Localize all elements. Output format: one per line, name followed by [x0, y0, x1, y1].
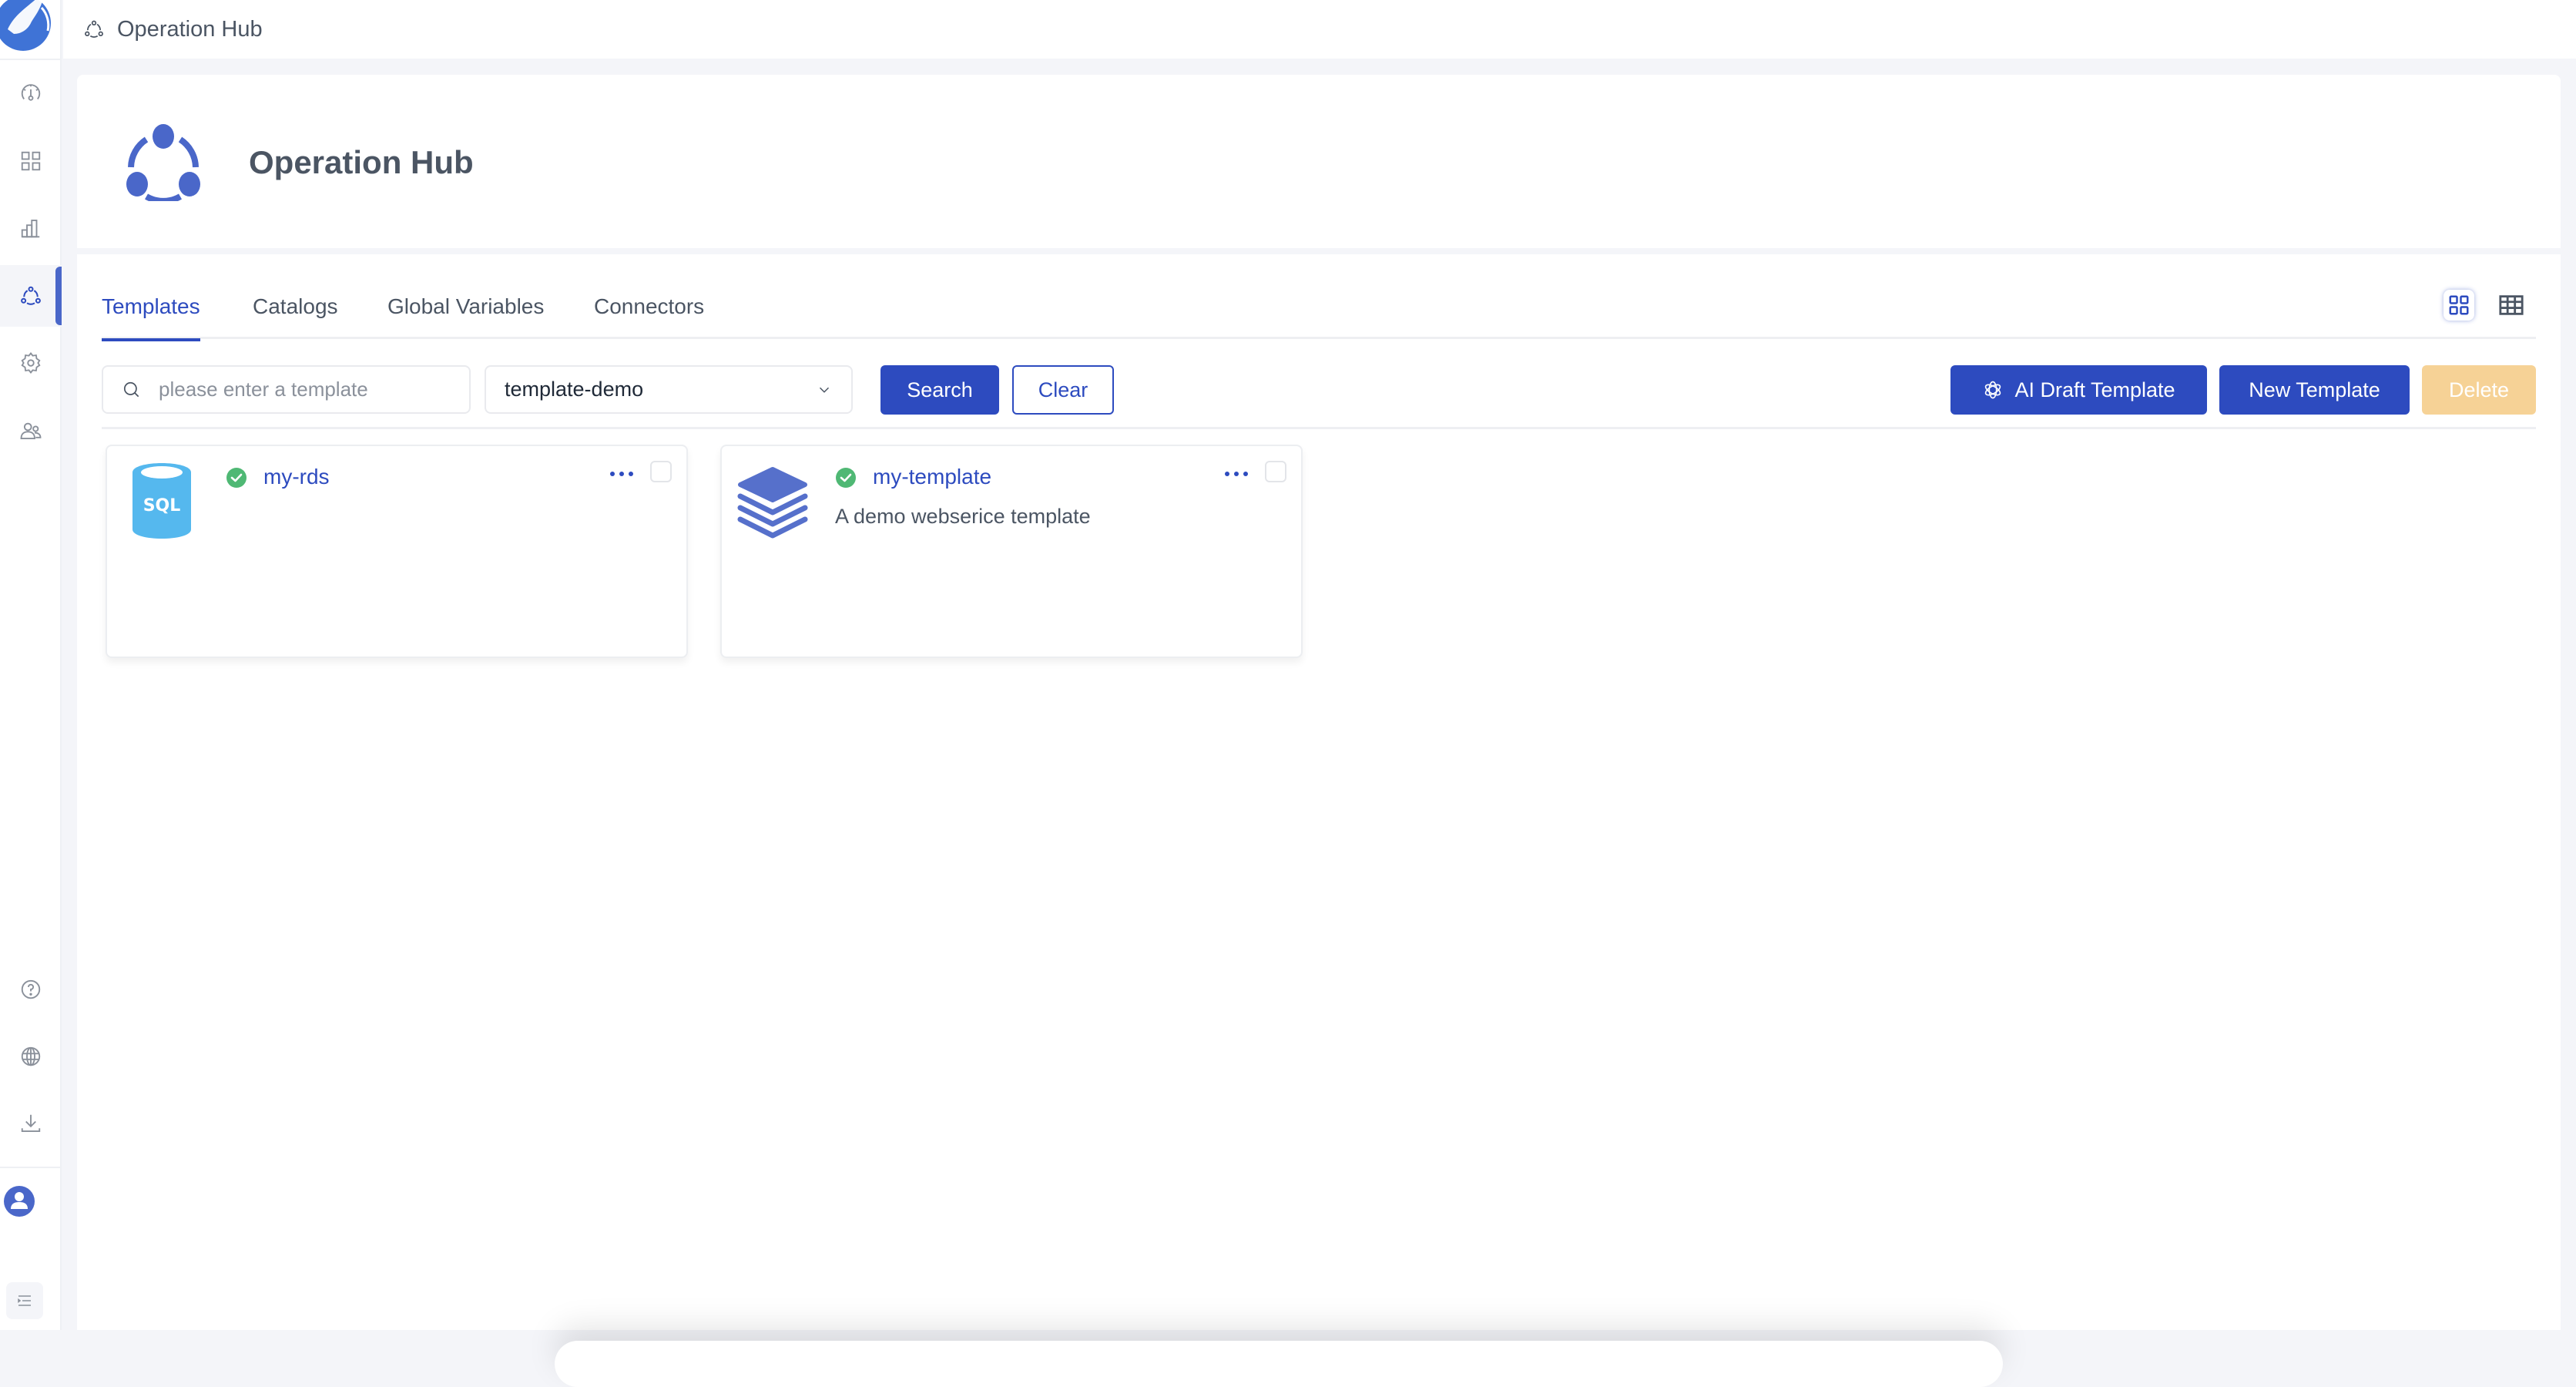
grid-icon: [21, 151, 41, 171]
sidebar-item-operation-hub[interactable]: [0, 265, 62, 327]
chevron-down-icon: [819, 387, 830, 393]
template-description: A demo webserice template: [835, 505, 1091, 528]
gear-icon: [21, 351, 41, 374]
app-logo[interactable]: [0, 0, 54, 51]
template-search-field[interactable]: [102, 365, 471, 414]
ai-draft-template-label: AI Draft Template: [2014, 378, 2175, 401]
catalog-select[interactable]: template-demo: [485, 365, 853, 414]
card-view-toggle[interactable]: [2444, 290, 2474, 321]
more-options-icon[interactable]: [1223, 465, 1250, 483]
sidebar-item-apps[interactable]: [0, 130, 62, 192]
user-avatar[interactable]: [3, 1185, 35, 1217]
bird-logo-icon: [0, 0, 51, 51]
template-name-link[interactable]: my-template: [873, 465, 991, 489]
collapse-menu-icon: [18, 1295, 31, 1306]
collapse-sidebar-button[interactable]: [6, 1282, 43, 1319]
table-view-toggle[interactable]: [2496, 290, 2527, 321]
clear-button[interactable]: Clear: [1012, 365, 1114, 415]
svg-text:SQL: SQL: [143, 496, 181, 516]
sidebar-divider: [0, 1167, 62, 1168]
sidebar-item-settings[interactable]: [0, 332, 62, 394]
sidebar-item-dashboard[interactable]: [0, 62, 62, 124]
hub-icon: [21, 286, 41, 305]
toolbar-divider: [102, 427, 2536, 429]
template-card[interactable]: SQL my-rds: [106, 445, 688, 658]
top-bar: Operation Hub: [63, 0, 2576, 59]
sidebar: [0, 0, 62, 1330]
template-card[interactable]: my-template A demo webserice template: [720, 445, 1303, 658]
sidebar-item-help[interactable]: [0, 959, 62, 1020]
more-options-icon[interactable]: [608, 465, 636, 483]
sql-database-icon: SQL: [132, 463, 191, 539]
ai-draft-template-button[interactable]: AI Draft Template: [1950, 365, 2207, 415]
search-icon: [123, 381, 139, 397]
sidebar-divider: [0, 59, 62, 60]
user-icon: [4, 1186, 35, 1217]
table-icon: [2499, 295, 2524, 315]
ai-spark-icon: [1985, 381, 2001, 399]
floating-panel-shadow: [555, 1341, 2003, 1387]
gauge-icon: [21, 84, 41, 101]
sidebar-item-language[interactable]: [0, 1026, 62, 1087]
tab-catalogs[interactable]: Catalogs: [253, 294, 338, 339]
tab-bar: Templates Catalogs Global Variables Conn…: [102, 294, 2536, 341]
templates-panel: Templates Catalogs Global Variables Conn…: [77, 254, 2561, 1330]
globe-icon: [21, 1046, 41, 1066]
template-select-checkbox[interactable]: [650, 461, 672, 482]
search-button[interactable]: Search: [880, 365, 999, 415]
search-input[interactable]: [159, 378, 451, 401]
status-success-icon: [226, 468, 247, 488]
tab-global-variables[interactable]: Global Variables: [387, 294, 544, 339]
tab-templates[interactable]: Templates: [102, 294, 200, 341]
breadcrumb: Operation Hub: [117, 16, 263, 42]
catalog-select-value: template-demo: [505, 378, 644, 401]
sidebar-item-users[interactable]: [0, 400, 62, 462]
template-select-checkbox[interactable]: [1265, 461, 1286, 482]
download-icon: [21, 1114, 41, 1132]
page-header: Operation Hub: [77, 75, 2561, 248]
page-title: Operation Hub: [249, 144, 474, 180]
sidebar-item-download[interactable]: [0, 1093, 62, 1154]
card-grid-icon: [2449, 295, 2469, 315]
status-success-icon: [836, 468, 856, 488]
operation-hub-icon: [126, 124, 200, 201]
template-name-link[interactable]: my-rds: [263, 465, 330, 489]
help-icon: [21, 979, 41, 999]
users-icon: [20, 422, 42, 439]
sidebar-item-analytics[interactable]: [0, 197, 62, 259]
layers-icon: [737, 467, 808, 539]
new-template-button[interactable]: New Template: [2219, 365, 2410, 415]
tab-connectors[interactable]: Connectors: [594, 294, 704, 339]
hub-icon: [85, 20, 103, 38]
delete-button[interactable]: Delete: [2422, 365, 2536, 415]
bar-chart-icon: [21, 220, 40, 238]
